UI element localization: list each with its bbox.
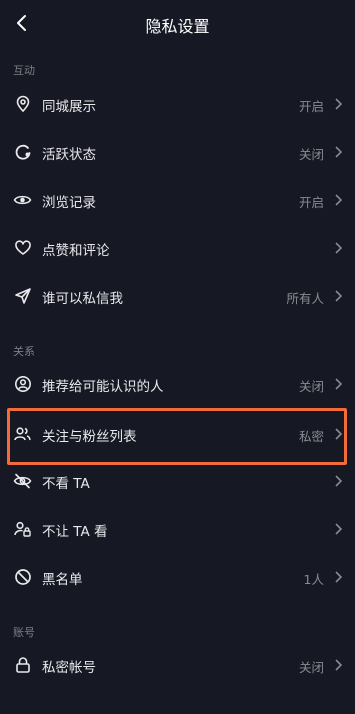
row-recommend-to-acquaintances[interactable]: 推荐给可能认识的人 关闭	[0, 360, 355, 408]
users-icon	[13, 424, 32, 443]
person-circle-icon	[13, 374, 32, 393]
row-label: 活跃状态	[42, 147, 96, 163]
send-message-icon	[13, 286, 32, 305]
row-who-can-message[interactable]: 谁可以私信我 所有人	[0, 272, 355, 320]
section-account: 账号	[13, 626, 35, 639]
row-label: 私密帐号	[42, 660, 96, 676]
lock-icon	[13, 655, 32, 674]
section-interaction: 互动	[13, 64, 35, 77]
row-label: 推荐给可能认识的人	[42, 379, 164, 395]
location-pin-icon	[13, 94, 32, 113]
user-lock-icon	[13, 519, 32, 538]
row-likes-comments[interactable]: 点赞和评论	[0, 224, 355, 272]
eye-off-icon	[13, 471, 32, 490]
row-label: 不看 TA	[42, 476, 90, 492]
row-value: 开启	[298, 99, 324, 114]
row-hide-their-posts[interactable]: 不看 TA	[0, 457, 355, 505]
section-relations: 关系	[13, 345, 35, 358]
row-label: 关注与粉丝列表	[42, 429, 137, 445]
row-label: 点赞和评论	[42, 243, 110, 259]
row-value: 私密	[298, 429, 324, 444]
header-bar: 隐私设置	[0, 0, 355, 46]
chevron-right-icon	[335, 242, 343, 254]
row-value: 1人	[303, 572, 324, 587]
active-status-icon	[13, 142, 32, 161]
chevron-right-icon	[335, 146, 343, 158]
chevron-right-icon	[335, 523, 343, 535]
chevron-right-icon	[335, 428, 343, 440]
row-city-display[interactable]: 同城展示 开启	[0, 80, 355, 128]
row-block-them-viewing[interactable]: 不让 TA 看	[0, 505, 355, 553]
row-label: 黑名单	[42, 572, 83, 588]
row-value: 关闭	[298, 147, 324, 162]
ban-icon	[13, 567, 32, 586]
row-value: 关闭	[298, 660, 324, 675]
chevron-right-icon	[335, 475, 343, 487]
row-label: 浏览记录	[42, 195, 96, 211]
row-active-status[interactable]: 活跃状态 关闭	[0, 128, 355, 176]
row-label: 同城展示	[42, 99, 96, 115]
chevron-right-icon	[335, 571, 343, 583]
row-label: 不让 TA 看	[42, 524, 108, 540]
chevron-right-icon	[335, 659, 343, 671]
chevron-right-icon	[335, 98, 343, 110]
row-blacklist[interactable]: 黑名单 1人	[0, 553, 355, 601]
row-value: 开启	[298, 195, 324, 210]
chevron-right-icon	[335, 378, 343, 390]
row-label: 谁可以私信我	[42, 291, 123, 307]
row-private-account[interactable]: 私密帐号 关闭	[0, 641, 355, 689]
row-following-followers-list[interactable]: 关注与粉丝列表 私密	[0, 410, 355, 458]
page-title: 隐私设置	[145, 17, 210, 36]
heart-icon	[13, 238, 32, 257]
row-value: 所有人	[286, 291, 324, 306]
chevron-right-icon	[335, 194, 343, 206]
row-value: 关闭	[298, 379, 324, 394]
chevron-right-icon	[335, 290, 343, 302]
row-browse-history[interactable]: 浏览记录 开启	[0, 176, 355, 224]
eye-icon	[13, 190, 32, 209]
